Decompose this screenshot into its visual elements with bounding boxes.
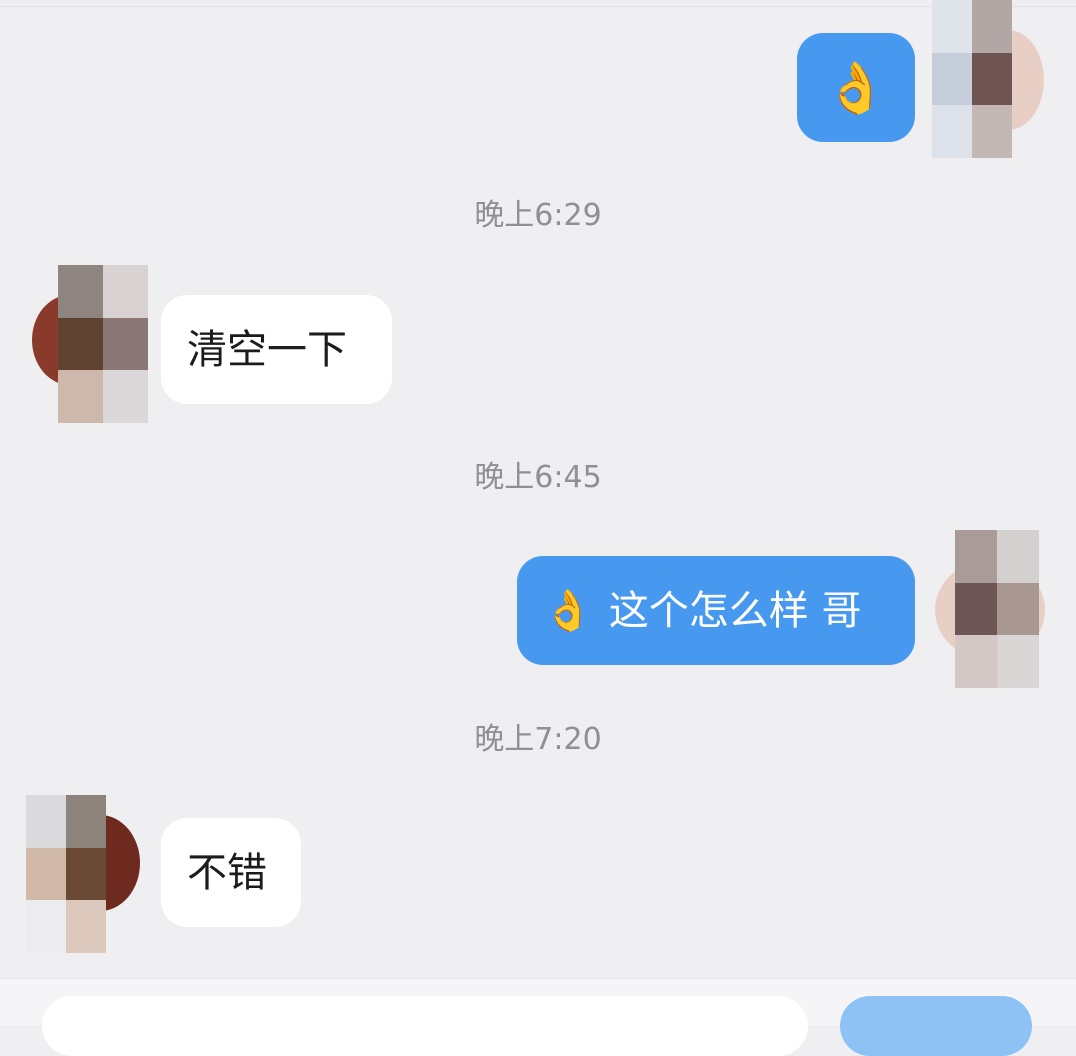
message-timestamp: 晚上7:20 bbox=[474, 722, 602, 757]
incoming-message-bubble[interactable]: 清空一下 bbox=[161, 295, 392, 404]
message-timestamp: 晚上6:45 bbox=[474, 460, 602, 495]
message-input[interactable] bbox=[42, 996, 808, 1056]
contact-avatar[interactable] bbox=[30, 265, 148, 423]
ok-hand-icon: 👌 bbox=[543, 587, 593, 634]
incoming-message-bubble[interactable]: 不错 bbox=[161, 818, 301, 927]
send-button[interactable] bbox=[840, 996, 1032, 1056]
top-divider bbox=[0, 6, 1076, 7]
message-timestamp: 晚上6:29 bbox=[474, 198, 602, 233]
outgoing-message-bubble[interactable]: 👌 这个怎么样 哥 bbox=[517, 556, 915, 665]
message-text: 清空一下 bbox=[187, 326, 347, 373]
contact-avatar[interactable] bbox=[26, 795, 140, 953]
ok-hand-icon: 👌 bbox=[824, 58, 888, 117]
my-avatar[interactable] bbox=[932, 0, 1044, 158]
outgoing-message-bubble[interactable]: 👌 bbox=[797, 33, 915, 142]
my-avatar[interactable] bbox=[935, 530, 1045, 688]
message-text: 不错 bbox=[187, 849, 267, 896]
message-text: 这个怎么样 哥 bbox=[608, 587, 862, 634]
